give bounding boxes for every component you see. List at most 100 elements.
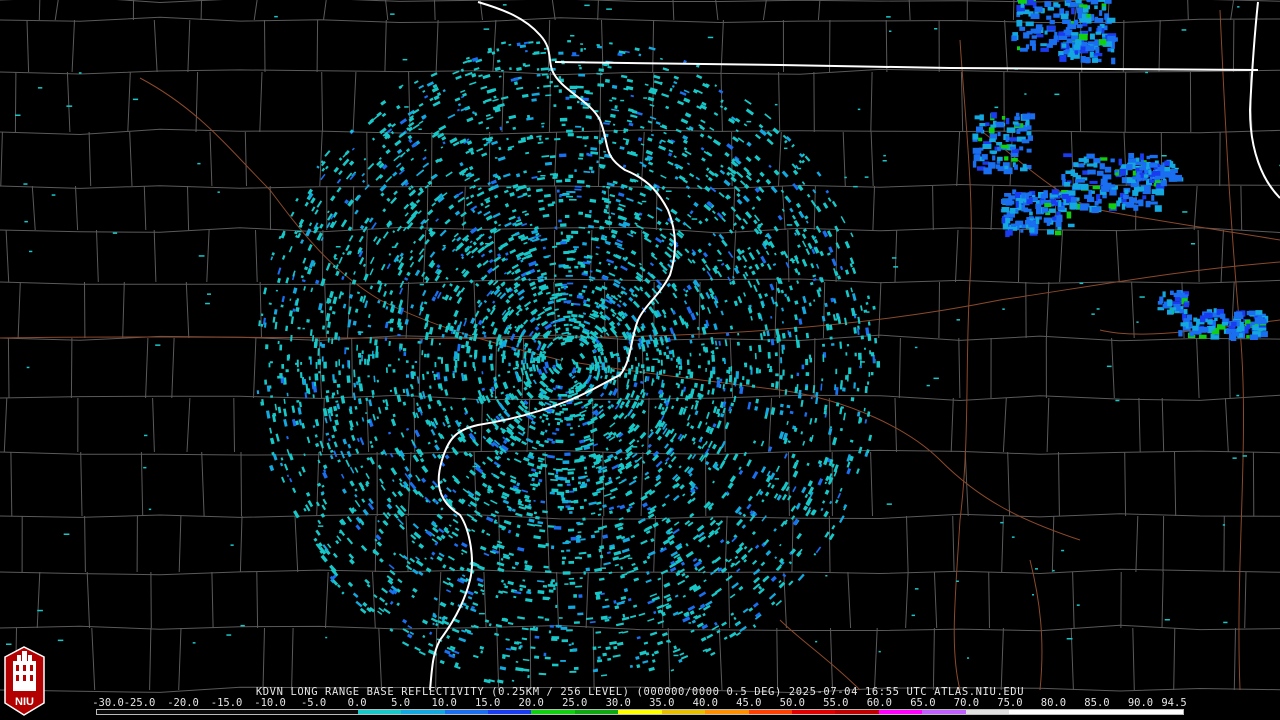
echo-cell <box>571 250 577 253</box>
echo-cell <box>387 321 393 323</box>
echo-cell <box>192 642 196 644</box>
echo-cell <box>1018 0 1027 4</box>
echo-cell <box>434 374 438 378</box>
echo-cell <box>596 160 599 164</box>
echo-cell <box>1077 13 1082 19</box>
echo-cell <box>784 147 788 150</box>
echo-cell <box>1079 183 1089 190</box>
echo-cell <box>578 64 581 67</box>
echo-cell <box>620 99 625 102</box>
echo-cell <box>302 378 307 385</box>
echo-cell <box>698 353 701 356</box>
echo-cell <box>434 361 437 368</box>
echo-cell <box>1046 220 1051 226</box>
echo-cell <box>358 352 362 358</box>
echo-cell <box>545 542 550 547</box>
echo-cell <box>326 330 330 334</box>
echo-cell <box>606 8 612 10</box>
echo-cell <box>506 186 512 189</box>
echo-cell <box>632 446 638 448</box>
echo-cell <box>1000 144 1009 149</box>
echo-cell <box>658 370 662 375</box>
echo-cell <box>1044 1 1050 8</box>
echo-cell <box>1066 211 1072 219</box>
echo-cell <box>1047 229 1054 235</box>
echo-cell <box>571 642 574 645</box>
echo-cell <box>596 45 603 49</box>
county-line <box>885 19 888 73</box>
echo-cell <box>299 372 303 379</box>
echo-cell <box>867 381 870 385</box>
echo-cell <box>205 302 210 305</box>
echo-cell <box>565 96 570 100</box>
echo-cell <box>574 188 582 191</box>
echo-cell <box>749 365 752 370</box>
echo-cell <box>660 398 667 401</box>
echo-cell <box>614 105 618 109</box>
echo-cell <box>1017 46 1021 51</box>
echo-cell <box>835 368 838 375</box>
echo-cell <box>1011 157 1018 162</box>
echo-cell <box>586 152 590 156</box>
echo-cell <box>1111 57 1116 65</box>
echo-cell <box>463 361 467 368</box>
echo-cell <box>1223 621 1228 624</box>
echo-cell <box>264 379 268 385</box>
echo-cell <box>553 525 562 530</box>
echo-cell <box>513 352 518 356</box>
echo-cell <box>556 491 565 496</box>
echo-cell <box>1010 146 1015 150</box>
echo-cell <box>1002 308 1005 310</box>
echo-cell <box>490 363 494 371</box>
echo-cell <box>399 348 401 352</box>
echo-cell <box>595 668 599 672</box>
echo-cell <box>780 357 783 364</box>
echo-cell <box>583 498 587 502</box>
echo-cell <box>566 335 575 339</box>
echo-cell <box>530 360 533 364</box>
echo-cell <box>1095 31 1102 35</box>
echo-cell <box>573 246 579 249</box>
echo-cell <box>870 352 875 357</box>
echo-cell <box>548 630 552 634</box>
echo-cell <box>572 52 577 55</box>
echo-cell <box>555 468 563 472</box>
echo-cell <box>1005 230 1010 238</box>
echo-cell <box>376 379 379 383</box>
county-line <box>661 571 664 629</box>
echo-cell <box>779 403 784 408</box>
echo-cell <box>417 340 421 344</box>
echo-cell <box>1067 31 1071 36</box>
echo-cell <box>826 311 831 316</box>
echo-cell <box>1146 155 1151 160</box>
echo-cell <box>1062 19 1071 24</box>
echo-cell <box>1011 35 1017 42</box>
echo-cell <box>197 162 201 165</box>
radar-map <box>0 0 1280 720</box>
echo-cell <box>1030 13 1040 19</box>
echo-cell <box>384 337 388 341</box>
echo-cell <box>645 357 649 361</box>
echo-cell <box>552 176 558 179</box>
county-line <box>7 337 10 399</box>
echo-cell <box>1014 116 1020 120</box>
echo-cell <box>442 245 446 247</box>
echo-cell <box>564 452 571 457</box>
echo-cell <box>405 360 409 363</box>
echo-cell <box>590 170 595 174</box>
echo-cell <box>560 240 567 245</box>
echo-cell <box>1027 192 1032 197</box>
echo-cell <box>1025 220 1031 225</box>
echo-cell <box>574 185 582 188</box>
echo-cell <box>845 352 848 356</box>
echo-cell <box>686 359 690 365</box>
echo-cell <box>483 28 490 30</box>
echo-cell <box>1097 25 1102 32</box>
echo-cell <box>26 366 30 369</box>
echo-cell <box>1065 27 1070 31</box>
map-background <box>0 0 1280 720</box>
echo-cell <box>217 191 220 193</box>
echo-cell <box>764 235 769 237</box>
county-line <box>1162 515 1165 573</box>
echo-cell <box>1058 214 1063 221</box>
